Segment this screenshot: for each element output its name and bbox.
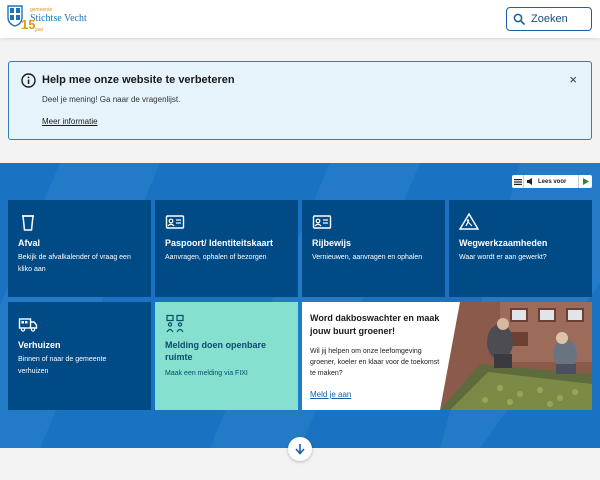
tile-title: Afval [18,238,41,248]
feedback-notice: Help mee onze website te verbeteren × De… [8,61,592,140]
tile-title: Melding doen openbare ruimte [165,340,267,362]
promo-title: Word dakboswachter en maak jouw buurt gr… [310,313,440,336]
logo-anniversary-label: jaar [35,27,44,33]
notice-body: Deel je mening! Ga naar de vragenlijst. [42,95,181,104]
moving-truck-icon [18,318,38,332]
tile-title: Verhuizen [18,340,61,350]
readspeaker-bar: Lees voor [512,175,592,188]
search-button[interactable]: Zoeken [506,7,592,31]
search-label: Zoeken [531,13,568,25]
license-card-icon [312,215,332,229]
logo-name: Stichtse Vecht [30,13,87,24]
trash-bin-icon [22,215,34,231]
close-icon[interactable]: × [569,73,577,87]
arrow-down-icon [295,444,305,455]
tile-melding[interactable]: Melding doen openbare ruimte Maak een me… [155,302,298,410]
site-header: gemeente Stichtse Vecht 15 jaar Zoeken [0,0,600,38]
read-aloud-label: Lees voor [538,178,567,185]
sign-up-link[interactable]: Meld je aan [310,390,351,399]
scroll-down-button[interactable] [288,437,312,461]
tile-description: Vernieuwen, aanvragen en ophalen [312,254,423,261]
promo-card: Word dakboswachter en maak jouw buurt gr… [302,302,592,410]
road-works-icon [459,212,479,230]
tile-description: Waar wordt er aan gewerkt? [459,254,547,261]
tile-description: Maak een melding via FIXI [165,370,248,377]
tile-paspoort[interactable]: Paspoort/ Identiteitskaart Aanvragen, op… [155,200,298,297]
notice-title: Help mee onze website te verbeteren [42,74,235,86]
search-icon [513,13,525,25]
tile-title: Wegwerkzaamheden [459,238,548,248]
tile-description: Binnen of naar de gemeente verhuizen [18,356,107,375]
id-card-icon [165,215,185,229]
play-icon[interactable] [579,178,592,185]
tile-description: Aanvragen, ophalen of bezorgen [165,254,267,261]
tile-rijbewijs[interactable]: Rijbewijs Vernieuwen, aanvragen en ophal… [302,200,445,297]
speaker-icon [527,178,532,185]
read-aloud-button[interactable]: Lees voor [524,175,579,188]
tile-verhuizen[interactable]: Verhuizen Binnen of naar de gemeente ver… [8,302,151,410]
logo-anniversary-number: 15 [21,17,36,32]
gemeente-logo[interactable]: gemeente Stichtse Vecht 15 jaar [7,5,99,33]
tile-title: Rijbewijs [312,238,352,248]
tile-title: Paspoort/ Identiteitskaart [165,238,274,248]
readspeaker-menu-icon[interactable] [512,175,524,188]
green-roof-photo [440,302,592,410]
tile-description: Bekijk de afvalkalender of vraag een kli… [18,254,131,273]
tile-afval[interactable]: Afval Bekijk de afvalkalender of vraag e… [8,200,151,297]
tile-wegwerkzaamheden[interactable]: Wegwerkzaamheden Waar wordt er aan gewer… [449,200,592,297]
more-info-link[interactable]: Meer informatie [42,117,98,126]
people-report-icon [166,314,184,333]
info-icon [21,73,36,88]
promo-body: Wil jij helpen om onze leefomgeving groe… [310,348,440,377]
